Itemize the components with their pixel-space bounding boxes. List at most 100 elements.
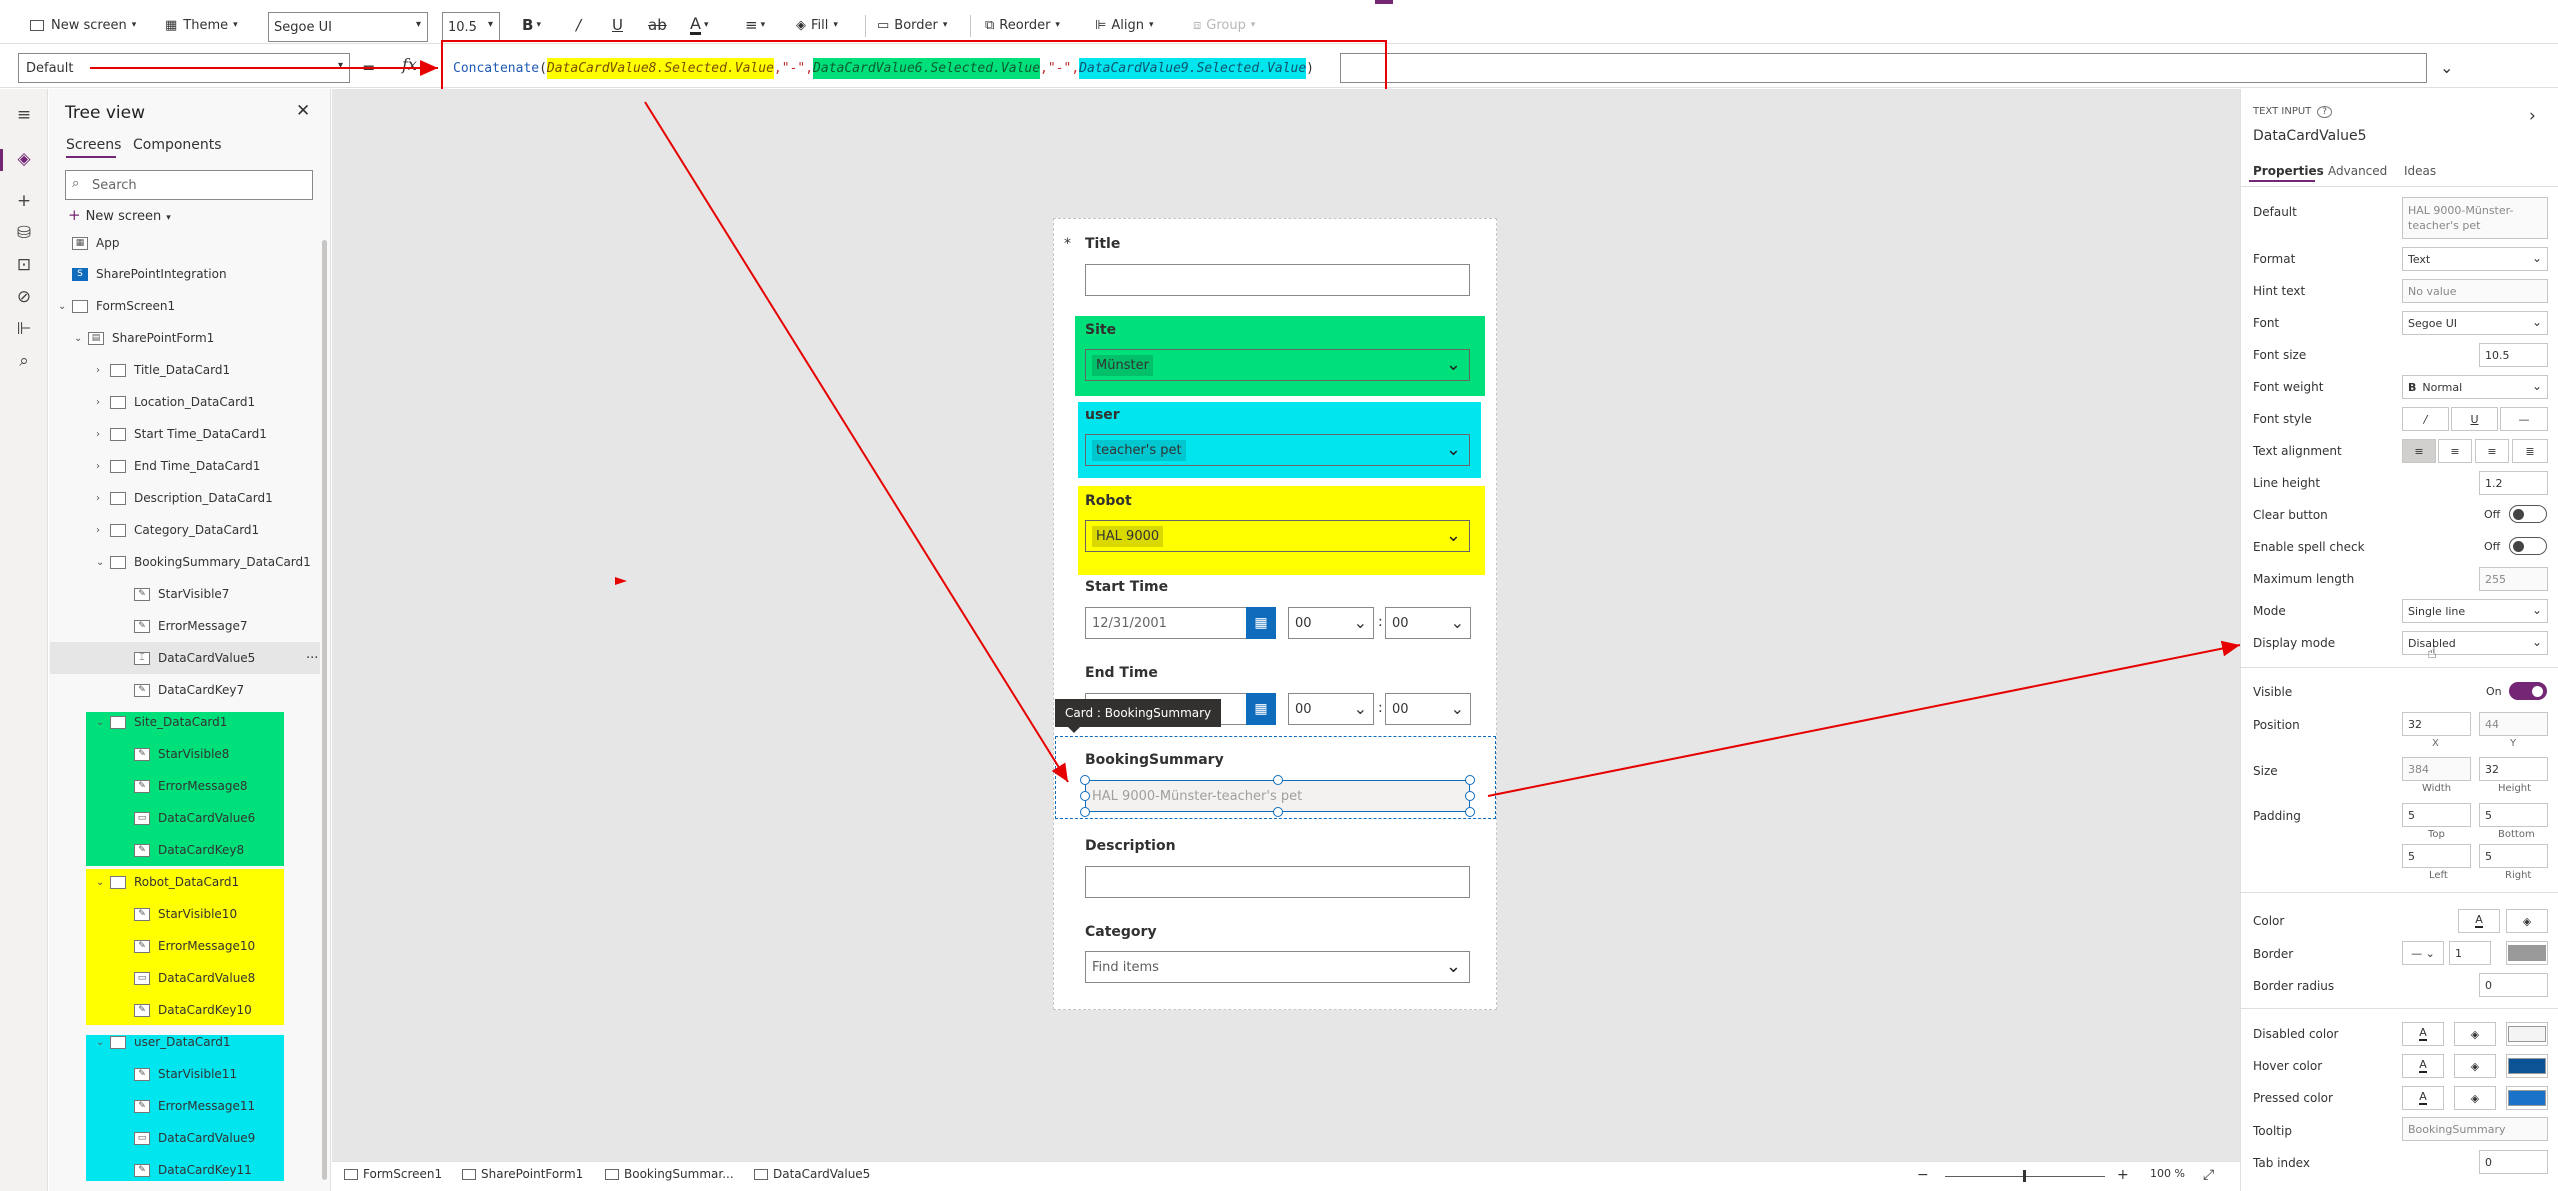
end-hour-select[interactable]: 00 ⌄ [1288,693,1374,725]
fill-color-icon[interactable]: ◈ [2454,1054,2496,1078]
resize-handle[interactable] [1273,775,1283,785]
category-combobox[interactable]: Find items ⌄ [1085,951,1470,983]
zoom-out-button[interactable]: − [1917,1167,1929,1183]
font-color-icon[interactable]: A [2402,1054,2444,1078]
tab-components[interactable]: Components [133,137,222,153]
description-input[interactable] [1085,866,1470,898]
tree-node[interactable]: ⌄ BookingSummary_DataCard1 [96,547,311,577]
font-color-icon[interactable]: A [2402,1086,2444,1110]
tree-node[interactable]: ✎ StarVisible8 [134,739,229,769]
tree-node[interactable]: ✎ StarVisible11 [134,1059,237,1089]
border-color-button[interactable] [2506,941,2548,965]
resize-handle[interactable] [1273,807,1283,817]
tree-node[interactable]: ▭ DataCardValue8 [134,963,255,993]
resize-handle[interactable] [1080,775,1090,785]
resize-handle[interactable] [1080,791,1090,801]
bold-button[interactable]: B ▾ [522,12,541,38]
tree-node[interactable]: ⌄ user_DataCard1 [96,1027,231,1057]
align-center-icon[interactable]: ≡ [2438,439,2472,463]
padding-left-input[interactable]: 5 [2402,844,2471,868]
start-hour-select[interactable]: 00 ⌄ [1288,607,1374,639]
chevron-right-icon[interactable]: › [2529,106,2536,126]
tab-index-input[interactable]: 0 [2479,1150,2548,1174]
align-left-icon[interactable]: ≡ [2402,439,2436,463]
fill-color-icon[interactable]: ◈ [2506,909,2548,933]
more-options-button[interactable]: ··· [306,643,318,673]
format-select[interactable]: Text ⌄ [2402,247,2548,271]
italic-button[interactable]: / [2402,407,2449,431]
site-dropdown[interactable]: Münster ⌄ [1085,349,1470,381]
tooltip-input[interactable]: BookingSummary [2402,1117,2548,1141]
position-y-input[interactable]: 44 [2479,712,2548,736]
disabled-color-button[interactable] [2506,1022,2548,1046]
zoom-slider-thumb[interactable] [2023,1170,2026,1182]
tools-icon[interactable]: ⊩ [12,317,36,341]
font-color-icon[interactable]: A [2458,909,2500,933]
zoom-in-button[interactable]: + [2117,1167,2129,1183]
resize-handle[interactable] [1465,807,1475,817]
position-x-input[interactable]: 32 [2402,712,2471,736]
tree-node[interactable]: › Location_DataCard1 [96,387,255,417]
padding-top-input[interactable]: 5 [2402,803,2471,827]
tree-node[interactable]: ✎ DataCardKey10 [134,995,252,1025]
font-select[interactable]: Segoe UI ▾ [268,12,428,42]
formula-text[interactable]: Concatenate(DataCardValue8.Selected.Valu… [453,55,1314,81]
reorder-button[interactable]: ⧉ Reorder ▾ [985,12,1060,38]
tree-node[interactable]: ⌄ FormScreen1 [58,291,175,321]
line-height-input[interactable]: 1.2 [2479,471,2548,495]
tree-node[interactable]: ⌄ ▤ SharePointForm1 [74,323,214,353]
tree-node[interactable]: ▭ DataCardValue6 [134,803,255,833]
calendar-icon[interactable]: ▦ [1246,607,1276,639]
database-icon[interactable]: ⛁ [12,221,36,245]
group-button[interactable]: ⧈ Group ▾ [1193,12,1255,38]
underline-button[interactable]: U [612,12,623,38]
tree-node[interactable]: › End Time_DataCard1 [96,451,260,481]
search-nav-icon[interactable]: ⌕ [12,349,36,373]
resize-handle[interactable] [1465,791,1475,801]
underline-button[interactable]: U [2451,407,2498,431]
font-select[interactable]: Segoe UI ⌄ [2402,311,2548,335]
text-align-button[interactable]: ≡ ▾ [745,12,765,38]
tree-scrollbar[interactable] [322,240,327,1180]
resize-handle[interactable] [1080,807,1090,817]
property-select[interactable]: Default ▾ [18,53,350,83]
tree-new-screen-button[interactable]: + New screen ▾ [68,206,171,224]
breadcrumb-item[interactable]: FormScreen1 [344,1167,442,1181]
tree-node[interactable]: › Description_DataCard1 [96,483,273,513]
tree-node[interactable]: ✎ DataCardKey11 [134,1155,252,1185]
media-icon[interactable]: ⊡ [12,253,36,277]
pressed-color-button[interactable] [2506,1086,2548,1110]
default-value[interactable]: HAL 9000-Münster-teacher's pet [2402,197,2548,239]
expand-icon[interactable]: ⤢ [2203,1167,2214,1183]
calendar-icon[interactable]: ▦ [1246,693,1276,725]
tree-node[interactable]: ✎ ErrorMessage10 [134,931,255,961]
border-width-input[interactable]: 1 [2449,941,2491,965]
layers-icon[interactable]: ◈ [12,147,36,171]
breadcrumb-item[interactable]: SharePointForm1 [462,1167,583,1181]
mode-select[interactable]: Single line ⌄ [2402,599,2548,623]
tree-node[interactable]: ▭ DataCardValue9 [134,1123,255,1153]
visible-toggle[interactable] [2509,682,2547,700]
tab-ideas[interactable]: Ideas [2404,164,2436,178]
strikethrough-button[interactable]: ab [648,12,667,38]
tree-node[interactable]: ⌄ Robot_DataCard1 [96,867,239,897]
clear-button-toggle[interactable] [2509,505,2547,523]
user-dropdown[interactable]: teacher's pet ⌄ [1085,434,1470,466]
width-input[interactable]: 384 [2402,757,2471,781]
spell-check-toggle[interactable] [2509,537,2547,555]
robot-dropdown[interactable]: HAL 9000 ⌄ [1085,520,1470,552]
plus-icon[interactable]: + [12,189,36,213]
theme-button[interactable]: ▦ Theme ▾ [165,12,238,38]
resize-handle[interactable] [1465,775,1475,785]
hover-color-button[interactable] [2506,1054,2548,1078]
tree-node[interactable]: ✎ StarVisible7 [134,579,229,609]
new-screen-button[interactable]: New screen ▾ [30,12,136,38]
formula-input[interactable] [1340,53,2427,83]
display-mode-select[interactable]: Disabled ⌄ [2402,631,2548,655]
tree-node[interactable]: ✎ StarVisible10 [134,899,237,929]
tree-node[interactable]: ✎ ErrorMessage8 [134,771,247,801]
font-weight-select[interactable]: B Normal ⌄ [2402,375,2548,399]
start-date-input[interactable]: 12/31/2001 [1085,607,1250,639]
font-size-select[interactable]: 10.5 ▾ [442,12,500,42]
hamburger-icon[interactable]: ≡ [12,103,36,127]
